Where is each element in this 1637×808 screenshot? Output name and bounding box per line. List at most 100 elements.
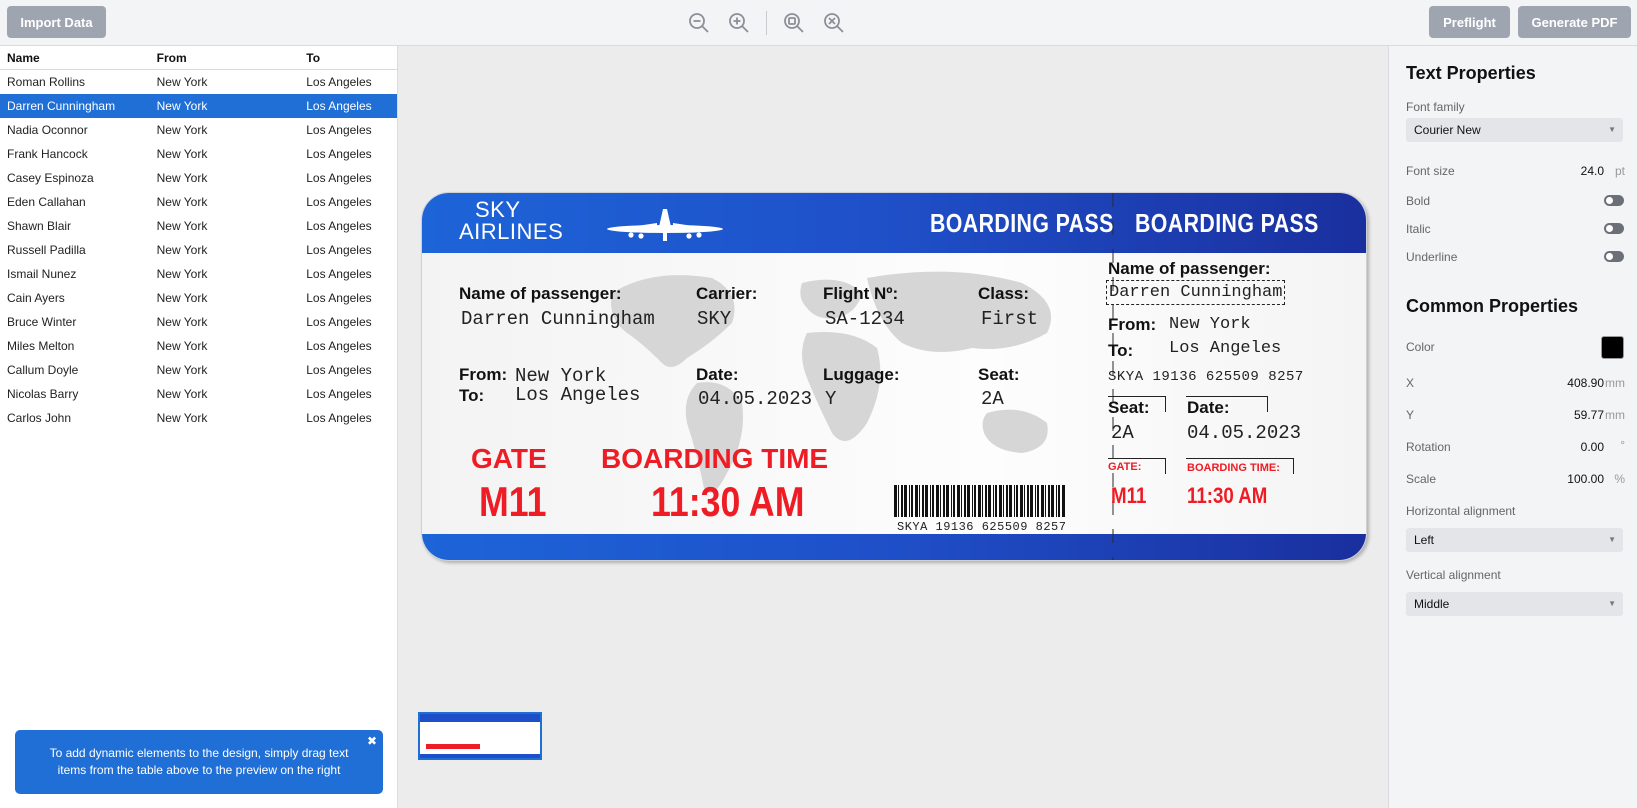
from-cell[interactable]: New York — [150, 99, 300, 113]
underline-toggle[interactable] — [1604, 251, 1624, 262]
from-cell[interactable]: New York — [150, 363, 300, 377]
x-value[interactable]: 408.90 — [1567, 376, 1604, 390]
to-cell[interactable]: Los Angeles — [299, 219, 397, 233]
name-cell[interactable]: Callum Doyle — [0, 363, 150, 377]
italic-toggle[interactable] — [1604, 223, 1624, 234]
stub-gate-label[interactable]: GATE: — [1108, 461, 1141, 473]
from-cell[interactable]: New York — [150, 75, 300, 89]
name-cell[interactable]: Nicolas Barry — [0, 387, 150, 401]
date-value[interactable]: 04.05.2023 — [698, 388, 812, 410]
from-label[interactable]: From: — [459, 365, 507, 385]
class-label[interactable]: Class: — [978, 284, 1029, 304]
design-canvas[interactable]: SKY AIRLINES BOARDING PASS BOARDING PASS… — [399, 46, 1388, 808]
horizontal-alignment-select[interactable]: Left ▼ — [1406, 528, 1623, 552]
from-cell[interactable]: New York — [150, 243, 300, 257]
table-row[interactable]: Darren Cunningham New York Los Angeles — [0, 94, 397, 118]
stub-seat-value[interactable]: 2A — [1111, 422, 1134, 444]
page-thumbnail[interactable] — [418, 712, 542, 760]
table-row[interactable]: Nadia Oconnor New York Los Angeles — [0, 118, 397, 142]
stub-barcode-text[interactable]: SKYA 19136 625509 8257 — [1108, 369, 1304, 385]
carrier-label[interactable]: Carrier: — [696, 284, 757, 304]
from-cell[interactable]: New York — [150, 411, 300, 425]
to-cell[interactable]: Los Angeles — [299, 195, 397, 209]
name-cell[interactable]: Miles Melton — [0, 339, 150, 353]
table-row[interactable]: Callum Doyle New York Los Angeles — [0, 358, 397, 382]
name-cell[interactable]: Cain Ayers — [0, 291, 150, 305]
name-cell[interactable]: Nadia Oconnor — [0, 123, 150, 137]
name-cell[interactable]: Frank Hancock — [0, 147, 150, 161]
from-cell[interactable]: New York — [150, 123, 300, 137]
from-cell[interactable]: New York — [150, 195, 300, 209]
table-row[interactable]: Nicolas Barry New York Los Angeles — [0, 382, 397, 406]
seat-label[interactable]: Seat: — [978, 365, 1020, 385]
zoom-fit-icon[interactable] — [781, 10, 807, 36]
table-row[interactable]: Ismail Nunez New York Los Angeles — [0, 262, 397, 286]
to-label[interactable]: To: — [459, 386, 484, 406]
vertical-alignment-select[interactable]: Middle ▼ — [1406, 592, 1623, 616]
to-cell[interactable]: Los Angeles — [299, 243, 397, 257]
font-size-value[interactable]: 24.0 — [1581, 164, 1604, 178]
to-cell[interactable]: Los Angeles — [299, 291, 397, 305]
gate-label[interactable]: GATE — [471, 443, 547, 475]
to-cell[interactable]: Los Angeles — [299, 387, 397, 401]
to-cell[interactable]: Los Angeles — [299, 411, 397, 425]
stub-from-value[interactable]: New York — [1169, 315, 1251, 334]
import-data-button[interactable]: Import Data — [7, 6, 106, 38]
name-cell[interactable]: Casey Espinoza — [0, 171, 150, 185]
to-cell[interactable]: Los Angeles — [299, 267, 397, 281]
stub-to-label[interactable]: To: — [1108, 341, 1133, 361]
brand-line-1[interactable]: SKY — [475, 199, 521, 221]
stub-boarding-time-value[interactable]: 11:30 AM — [1187, 483, 1267, 509]
table-row[interactable]: Frank Hancock New York Los Angeles — [0, 142, 397, 166]
name-cell[interactable]: Bruce Winter — [0, 315, 150, 329]
column-header-to[interactable]: To — [299, 51, 397, 65]
name-cell[interactable]: Ismail Nunez — [0, 267, 150, 281]
name-cell[interactable]: Darren Cunningham — [0, 99, 150, 113]
rotation-value[interactable]: 0.00 — [1581, 440, 1604, 454]
zoom-out-icon[interactable] — [686, 10, 712, 36]
luggage-label[interactable]: Luggage: — [823, 365, 900, 385]
stub-date-label[interactable]: Date: — [1187, 398, 1230, 418]
brand-line-2[interactable]: AIRLINES — [459, 221, 563, 243]
generate-pdf-button[interactable]: Generate PDF — [1518, 6, 1631, 38]
to-cell[interactable]: Los Angeles — [299, 75, 397, 89]
to-value[interactable]: Los Angeles — [515, 384, 640, 406]
name-cell[interactable]: Roman Rollins — [0, 75, 150, 89]
boarding-pass-title-stub[interactable]: BOARDING PASS — [1135, 208, 1319, 239]
to-cell[interactable]: Los Angeles — [299, 363, 397, 377]
table-row[interactable]: Eden Callahan New York Los Angeles — [0, 190, 397, 214]
y-value[interactable]: 59.77 — [1574, 408, 1604, 422]
barcode-text[interactable]: SKYA 19136 625509 8257 — [897, 520, 1066, 534]
boarding-time-label[interactable]: BOARDING TIME — [601, 443, 828, 475]
font-family-select[interactable]: Courier New ▼ — [1406, 118, 1623, 142]
stub-to-value[interactable]: Los Angeles — [1169, 339, 1281, 358]
stub-date-value[interactable]: 04.05.2023 — [1187, 422, 1301, 444]
table-row[interactable]: Carlos John New York Los Angeles — [0, 406, 397, 430]
column-header-name[interactable]: Name — [0, 51, 150, 65]
from-cell[interactable]: New York — [150, 291, 300, 305]
stub-from-label[interactable]: From: — [1108, 315, 1156, 335]
class-value[interactable]: First — [981, 308, 1038, 330]
from-cell[interactable]: New York — [150, 267, 300, 281]
zoom-reset-icon[interactable] — [821, 10, 847, 36]
passenger-name-label[interactable]: Name of passenger: — [459, 284, 622, 304]
boarding-time-value[interactable]: 11:30 AM — [651, 478, 804, 526]
to-cell[interactable]: Los Angeles — [299, 315, 397, 329]
from-cell[interactable]: New York — [150, 339, 300, 353]
name-cell[interactable]: Shawn Blair — [0, 219, 150, 233]
bold-toggle[interactable] — [1604, 195, 1624, 206]
passenger-name-value[interactable]: Darren Cunningham — [461, 308, 655, 330]
from-cell[interactable]: New York — [150, 219, 300, 233]
table-row[interactable]: Shawn Blair New York Los Angeles — [0, 214, 397, 238]
to-cell[interactable]: Los Angeles — [299, 339, 397, 353]
stub-passenger-name-label[interactable]: Name of passenger: — [1108, 259, 1271, 279]
table-row[interactable]: Casey Espinoza New York Los Angeles — [0, 166, 397, 190]
close-icon[interactable]: ✖ — [367, 733, 377, 750]
table-row[interactable]: Bruce Winter New York Los Angeles — [0, 310, 397, 334]
stub-boarding-time-label[interactable]: BOARDING TIME: — [1187, 462, 1280, 474]
flight-label[interactable]: Flight Nº: — [823, 284, 898, 304]
gate-value[interactable]: M11 — [479, 478, 546, 526]
boarding-pass-preview[interactable]: SKY AIRLINES BOARDING PASS BOARDING PASS… — [421, 192, 1367, 561]
from-cell[interactable]: New York — [150, 147, 300, 161]
stub-gate-value[interactable]: M11 — [1111, 483, 1146, 509]
